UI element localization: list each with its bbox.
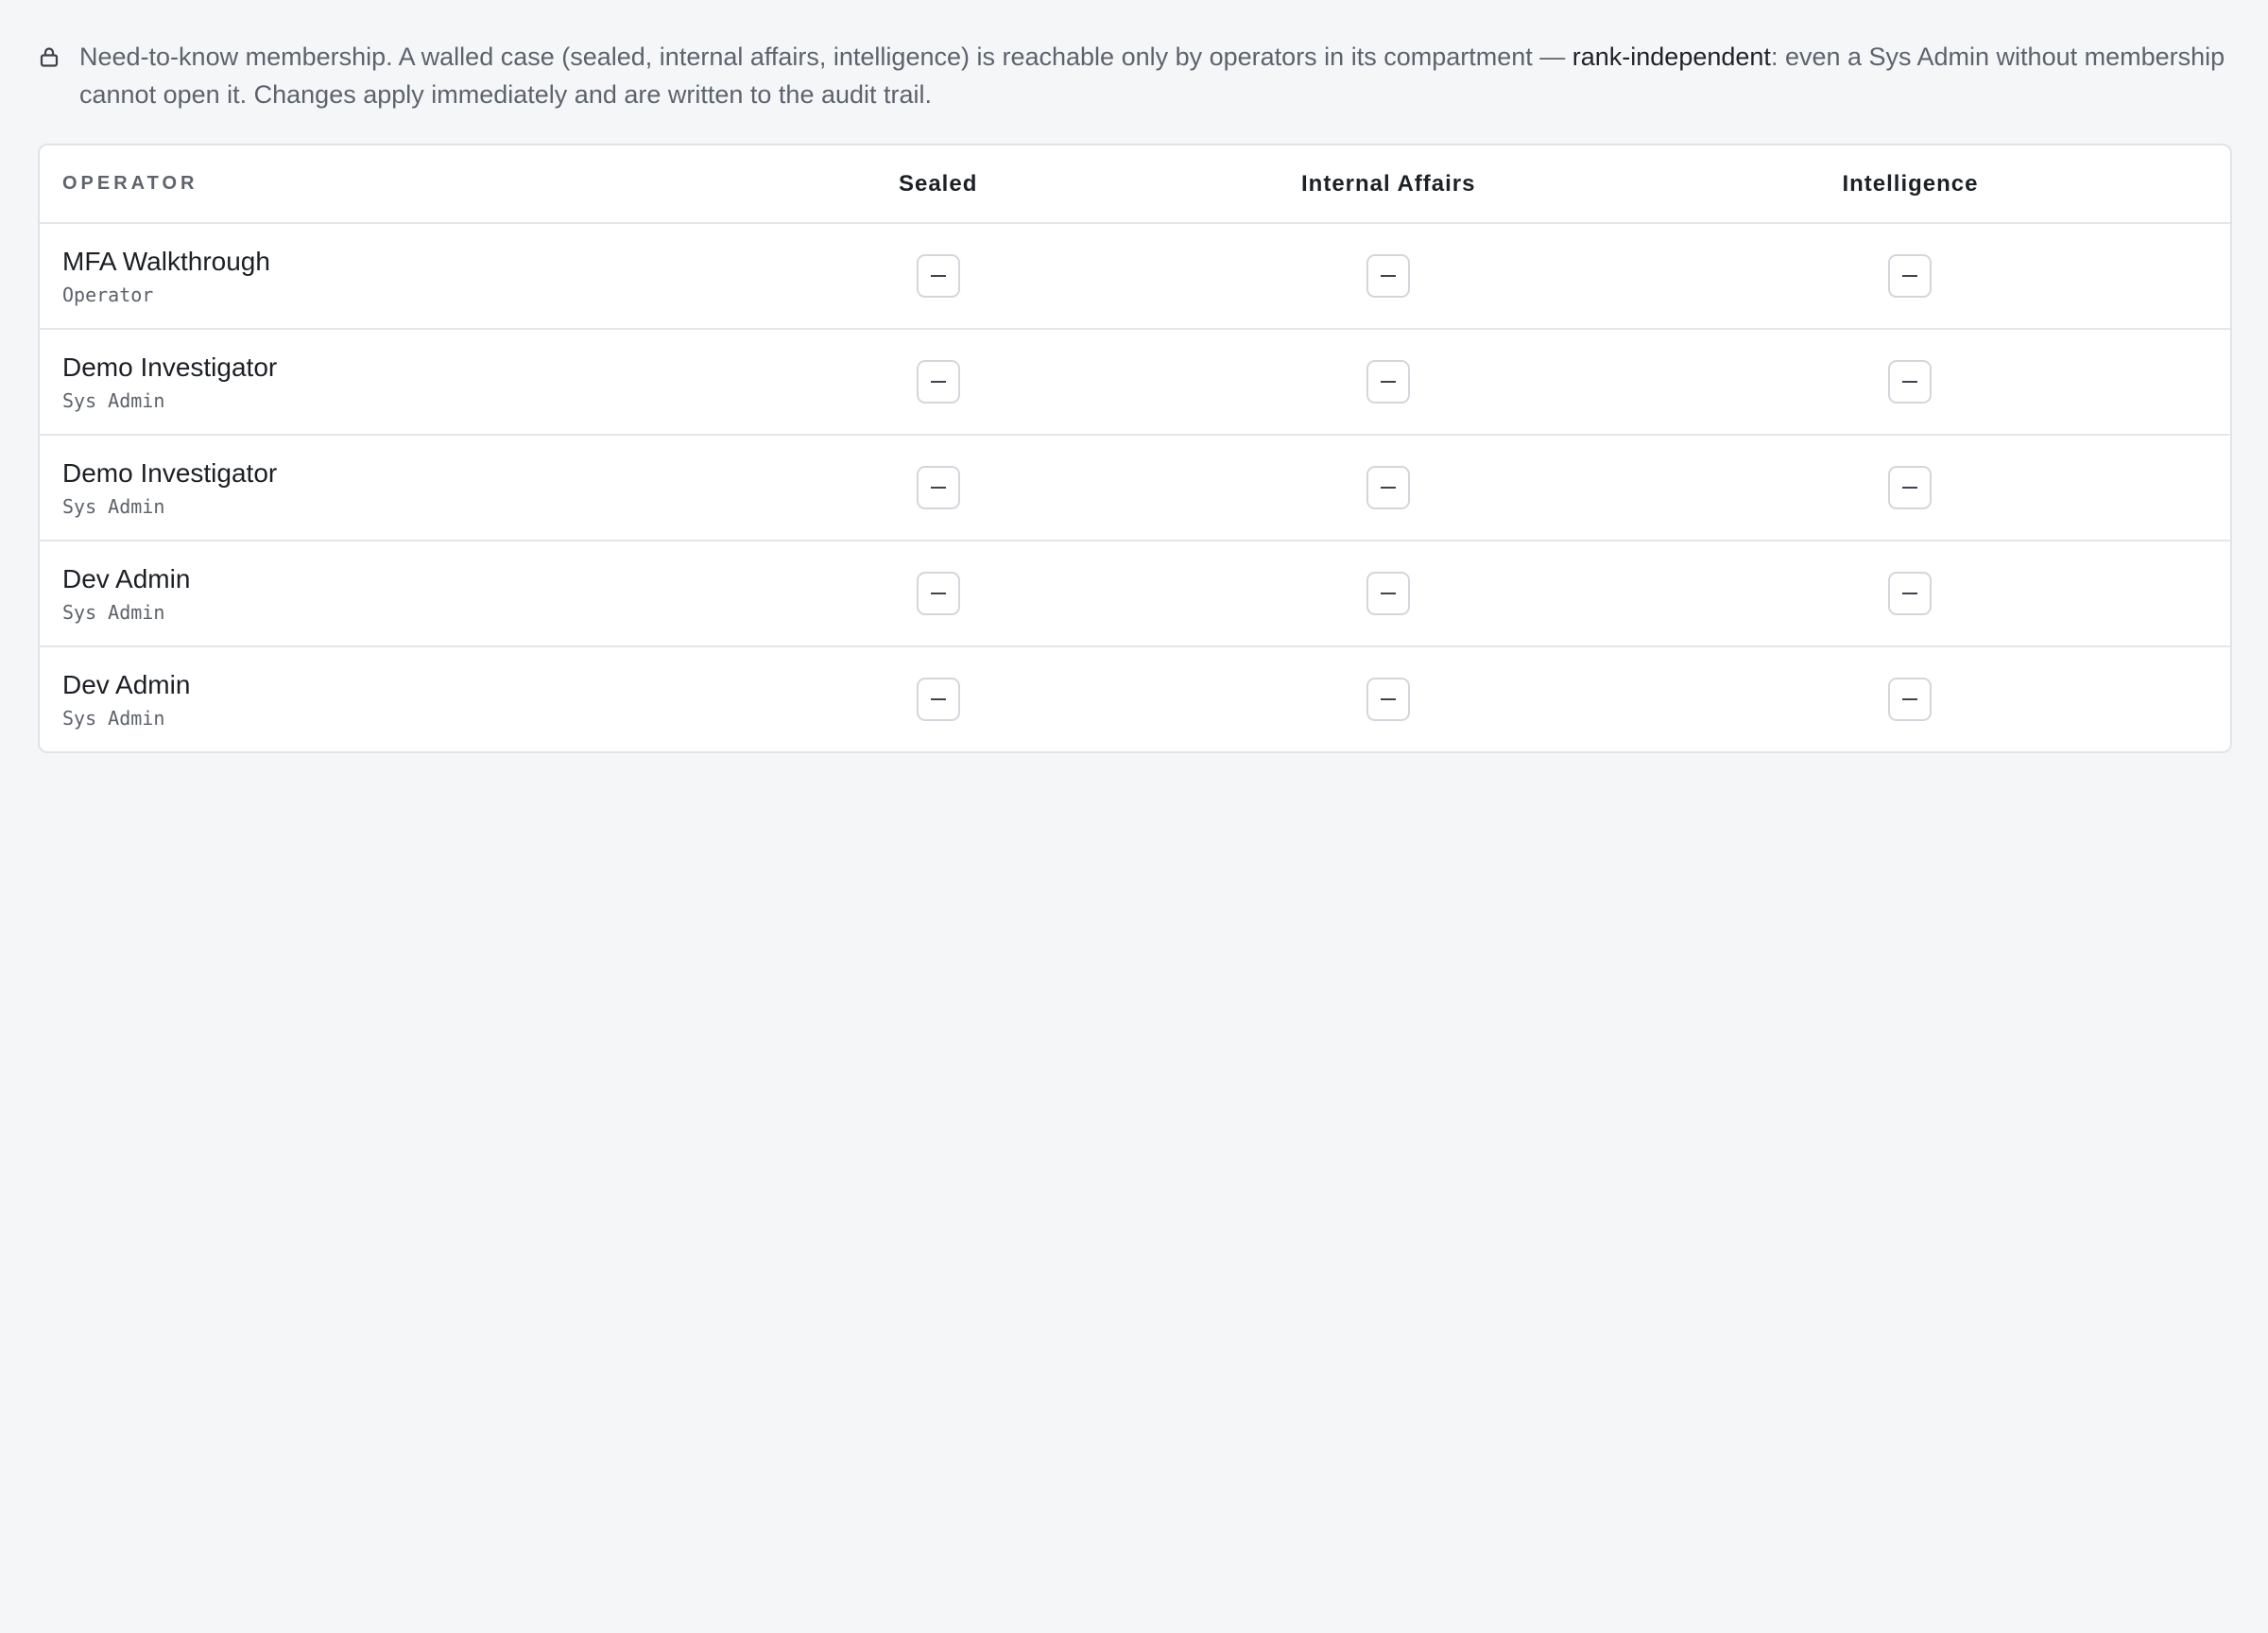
header-internal-affairs: Internal Affairs [1301, 170, 1476, 197]
operator-role: Sys Admin [62, 495, 165, 518]
internal-affairs-membership-toggle[interactable] [1366, 360, 1411, 404]
intelligence-membership-toggle[interactable] [1888, 466, 1933, 509]
dash-icon [930, 593, 946, 594]
operator-name: Demo Investigator [62, 458, 278, 488]
internal-affairs-membership-toggle[interactable] [1366, 254, 1411, 298]
sealed-membership-toggle[interactable] [916, 678, 960, 721]
operator-cell: Dev Admin Sys Admin [40, 669, 690, 730]
notice-text: Need-to-know membership. A walled case (… [79, 38, 2230, 113]
dash-icon [930, 698, 946, 700]
operator-cell: Dev Admin Sys Admin [40, 563, 690, 624]
table-row: Dev Admin Sys Admin [40, 645, 2230, 751]
dash-icon [1902, 381, 1918, 383]
lock-icon [38, 45, 60, 68]
table-row: MFA Walkthrough Operator [40, 222, 2230, 328]
membership-notice: Need-to-know membership. A walled case (… [38, 38, 2230, 113]
sealed-membership-toggle[interactable] [916, 572, 960, 615]
operator-name: Demo Investigator [62, 352, 278, 382]
sealed-membership-toggle[interactable] [916, 360, 960, 404]
operator-cell: Demo Investigator Sys Admin [40, 352, 690, 412]
dash-icon [1902, 487, 1918, 489]
sealed-membership-toggle[interactable] [916, 466, 960, 509]
internal-affairs-membership-toggle[interactable] [1366, 466, 1411, 509]
header-sealed: Sealed [898, 170, 978, 197]
dash-icon [1902, 275, 1918, 277]
dash-icon [930, 487, 946, 489]
operator-name: MFA Walkthrough [62, 247, 270, 276]
internal-affairs-membership-toggle[interactable] [1366, 572, 1411, 615]
operator-cell: Demo Investigator Sys Admin [40, 457, 690, 518]
operator-name: Dev Admin [62, 564, 191, 593]
dash-icon [1381, 275, 1397, 277]
dash-icon [1902, 698, 1918, 700]
table-header-row: OPERATOR Sealed Internal Affairs Intelli… [40, 146, 2230, 222]
compartment-membership-table: OPERATOR Sealed Internal Affairs Intelli… [38, 144, 2232, 753]
intelligence-membership-toggle[interactable] [1888, 678, 1933, 721]
header-operator: OPERATOR [62, 173, 198, 194]
operator-cell: MFA Walkthrough Operator [40, 246, 690, 306]
dash-icon [1381, 487, 1397, 489]
dash-icon [1381, 381, 1397, 383]
operator-role: Sys Admin [62, 601, 165, 624]
intelligence-membership-toggle[interactable] [1888, 572, 1933, 615]
dash-icon [1381, 698, 1397, 700]
dash-icon [930, 381, 946, 383]
internal-affairs-membership-toggle[interactable] [1366, 678, 1411, 721]
operator-role: Operator [62, 284, 154, 306]
notice-text-before: Need-to-know membership. A walled case (… [79, 43, 1572, 71]
intelligence-membership-toggle[interactable] [1888, 360, 1933, 404]
operator-role: Sys Admin [62, 389, 165, 412]
notice-emphasis: rank-independent [1572, 43, 1771, 71]
dash-icon [930, 275, 946, 277]
operator-role: Sys Admin [62, 707, 165, 730]
table-row: Demo Investigator Sys Admin [40, 328, 2230, 434]
dash-icon [1381, 593, 1397, 594]
dash-icon [1902, 593, 1918, 594]
intelligence-membership-toggle[interactable] [1888, 254, 1933, 298]
table-row: Demo Investigator Sys Admin [40, 434, 2230, 540]
header-intelligence: Intelligence [1842, 170, 1979, 197]
table-row: Dev Admin Sys Admin [40, 540, 2230, 645]
operator-name: Dev Admin [62, 670, 191, 699]
sealed-membership-toggle[interactable] [916, 254, 960, 298]
